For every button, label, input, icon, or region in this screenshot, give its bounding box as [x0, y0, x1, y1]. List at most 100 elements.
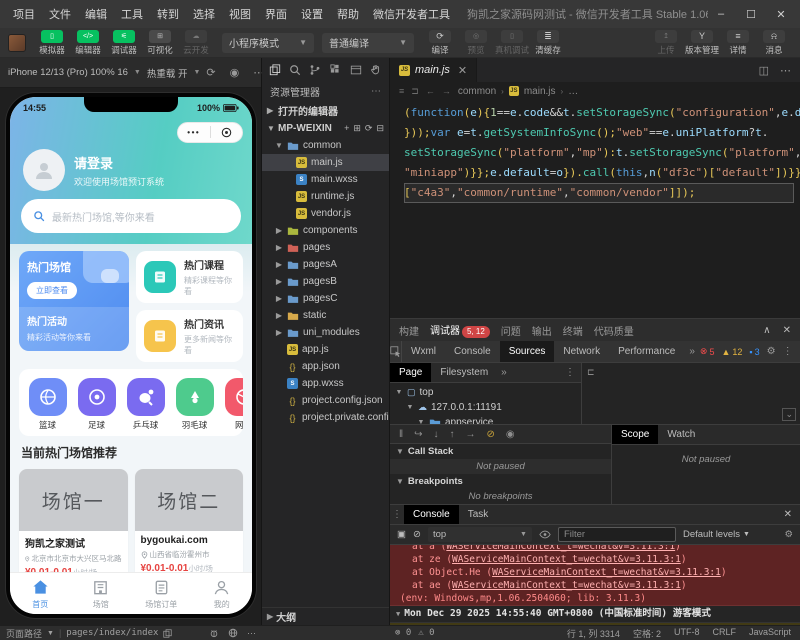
upload-button[interactable]: ↥上传: [648, 30, 684, 56]
expand-triangle-icon[interactable]: ▼: [396, 610, 400, 618]
status-item[interactable]: CRLF: [712, 627, 736, 640]
extensions-icon[interactable]: [330, 64, 342, 76]
cloud-button[interactable]: ☁云开发: [178, 30, 214, 56]
debug-button[interactable]: ⚟调试器: [106, 30, 142, 56]
menu-视图[interactable]: 视图: [222, 4, 258, 24]
phone-tab-我的[interactable]: 我的: [192, 573, 253, 614]
close-tab-icon[interactable]: ✕: [458, 64, 467, 77]
info-count[interactable]: ▪3: [749, 347, 759, 357]
tree-item-unimodules[interactable]: ▶uni_modules: [262, 324, 389, 341]
bookmark-icon[interactable]: ⊐: [411, 86, 419, 97]
devtools-tab-performance[interactable]: Performance: [609, 341, 684, 362]
close-panel-icon[interactable]: ✕: [783, 325, 791, 336]
more-tabs-icon[interactable]: »: [684, 341, 700, 362]
phone-tab-场馆[interactable]: 场馆: [71, 573, 132, 614]
hot-activity-card[interactable]: 热门活动 精彩活动等你来看: [19, 307, 129, 351]
breadcrumb-item[interactable]: common: [458, 86, 496, 97]
step-over-icon[interactable]: ↪: [414, 429, 422, 440]
device-selector[interactable]: iPhone 12/13 (Pro) 100% 16: [8, 67, 128, 78]
hot-venue-card[interactable]: 热门场馆 立即查看 热门活动 精彩活动等你来看: [19, 251, 129, 351]
pause-icon[interactable]: ‖: [399, 429, 403, 440]
tree-item-vendor.js[interactable]: JSvendor.js: [262, 205, 389, 222]
context-select[interactable]: top▼: [428, 527, 532, 542]
network-globe-icon[interactable]: [228, 628, 238, 639]
phone-button[interactable]: ▯模拟器: [34, 30, 70, 56]
clear-cache-button[interactable]: ≣清缓存: [530, 30, 566, 56]
maximize-icon[interactable]: ☐: [738, 4, 764, 24]
sidebar-toggle-icon[interactable]: ▣: [397, 529, 406, 540]
hand-icon[interactable]: [370, 64, 382, 76]
console-log[interactable]: at a (WAServiceMainContext_t=wechat&v=3.…: [390, 545, 800, 625]
devtools-tab-console[interactable]: Console: [445, 341, 500, 362]
tab-scope[interactable]: Scope: [612, 425, 658, 444]
sport-category-2[interactable]: 足球: [74, 378, 119, 431]
frame-tree-item-top[interactable]: ▼▢top: [390, 385, 581, 400]
step-into-icon[interactable]: ↓: [434, 429, 439, 440]
venue-card-1[interactable]: 场馆一狗凯之家测试北京市北京市大兴区马北路¥0.01-0.01小时/场: [19, 469, 128, 572]
deactivate-breakpoints-icon[interactable]: ⊘: [487, 429, 495, 440]
tab-main-js[interactable]: JS main.js ✕: [390, 58, 477, 82]
minimize-icon[interactable]: –: [708, 4, 734, 24]
back-icon[interactable]: ←: [426, 86, 435, 96]
collapse-panel-icon[interactable]: ∧: [763, 325, 770, 336]
console-settings-icon[interactable]: ⚙: [784, 529, 793, 540]
tree-item-pages[interactable]: ▶pages: [262, 239, 389, 256]
sport-category-5[interactable]: 网球: [221, 378, 243, 431]
tree-item-main.js[interactable]: JSmain.js: [262, 154, 389, 171]
menu-转到[interactable]: 转到: [150, 4, 186, 24]
open-editors-section[interactable]: ▶ 打开的编辑器: [262, 101, 389, 119]
new-file-icon[interactable]: +: [344, 123, 349, 134]
status-item[interactable]: UTF-8: [674, 627, 700, 640]
console-tab-task[interactable]: Task: [459, 505, 498, 524]
more-icon[interactable]: ⋯: [371, 86, 381, 97]
more-tabs-icon[interactable]: »: [497, 367, 511, 378]
problems-warnings[interactable]: ⚠ 0: [418, 628, 434, 638]
devtools-tab-sources[interactable]: Sources: [500, 341, 555, 362]
toggle-navigator-icon[interactable]: ⊏: [587, 367, 595, 378]
avatar[interactable]: [8, 34, 26, 52]
warning-count[interactable]: ▲12: [721, 347, 742, 357]
tree-item-project.config.json[interactable]: {}project.config.json: [262, 392, 389, 409]
vconsole-debug-icon[interactable]: [209, 628, 219, 639]
files-icon[interactable]: [269, 64, 281, 76]
remote-icon[interactable]: [350, 64, 362, 76]
code-editor[interactable]: (function(e){1==e.code&&t.setStorageSync…: [390, 100, 800, 318]
console-tab-console[interactable]: Console: [404, 505, 459, 524]
hot-reload-toggle[interactable]: 热重载 开: [147, 66, 188, 80]
menu-选择[interactable]: 选择: [186, 4, 222, 24]
panel-tab-输出[interactable]: 输出: [532, 323, 552, 338]
sources-tab-page[interactable]: Page: [390, 363, 431, 382]
eye-icon[interactable]: [539, 530, 551, 539]
details-button[interactable]: ≡详情: [720, 30, 756, 56]
more-icon[interactable]: ⋯: [780, 64, 791, 77]
inspect-element-icon[interactable]: [390, 341, 402, 362]
version-button[interactable]: Y版本管理: [684, 30, 720, 56]
layout-button[interactable]: ⊞可视化: [142, 30, 178, 56]
preview-button[interactable]: ◎预览: [458, 30, 494, 56]
tree-item-components[interactable]: ▶components: [262, 222, 389, 239]
tree-item-runtime.js[interactable]: JSruntime.js: [262, 188, 389, 205]
tree-item-app.wxss[interactable]: Sapp.wxss: [262, 375, 389, 392]
status-item[interactable]: 空格: 2: [633, 627, 661, 640]
console-filter-input[interactable]: Filter: [558, 527, 676, 542]
tree-item-app.json[interactable]: {}app.json: [262, 358, 389, 375]
panel-tab-代码质量[interactable]: 代码质量: [594, 323, 634, 338]
compile-select[interactable]: 普通编译 ▼: [322, 33, 414, 53]
info-card-news[interactable]: 热门资讯更多新闻等你看: [136, 310, 243, 362]
status-item[interactable]: JavaScript: [749, 627, 791, 640]
login-title[interactable]: 请登录: [74, 153, 164, 172]
refresh-icon[interactable]: ⟳: [206, 66, 215, 79]
kebab-menu-icon[interactable]: ⋮: [783, 346, 793, 357]
menu-设置[interactable]: 设置: [294, 4, 330, 24]
stack-trace-link[interactable]: WAServiceMainContext_t=wechat&v=3.11.3:1: [492, 567, 721, 578]
kebab-menu-icon[interactable]: ⋮: [559, 367, 581, 378]
panel-tab-问题[interactable]: 问题: [501, 323, 521, 338]
close-icon[interactable]: ✕: [768, 4, 794, 24]
clear-console-icon[interactable]: ⊘: [413, 529, 421, 540]
login-section[interactable]: 请登录 欢迎使用场馆预订系统: [10, 145, 252, 197]
error-count[interactable]: ⊗5: [700, 346, 715, 357]
menu-项目[interactable]: 项目: [6, 4, 42, 24]
settings-gear-icon[interactable]: ⚙: [767, 346, 776, 357]
devtools-tab-wxml[interactable]: Wxml: [402, 341, 445, 362]
copy-path-icon[interactable]: [163, 629, 172, 638]
